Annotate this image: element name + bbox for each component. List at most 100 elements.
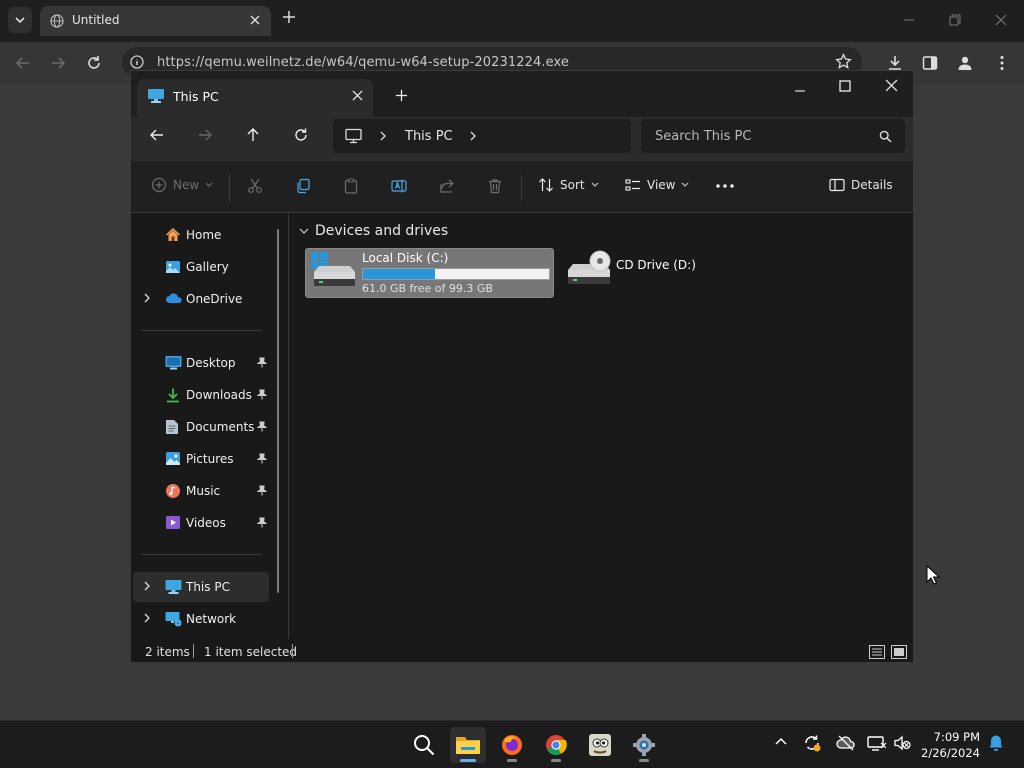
pin-icon[interactable] <box>257 517 267 528</box>
search-icon <box>879 130 892 143</box>
taskbar-settings[interactable] <box>626 727 662 763</box>
nav-item-network[interactable]: Network <box>133 604 269 634</box>
chevron-right-icon[interactable] <box>469 131 477 141</box>
download-arrow-icon <box>167 388 179 403</box>
separator <box>229 175 230 201</box>
document-icon <box>166 420 178 434</box>
share-icon[interactable] <box>439 178 455 194</box>
pin-icon[interactable] <box>257 389 267 400</box>
volume-muted-icon[interactable] <box>893 735 911 751</box>
taskbar-chrome[interactable] <box>538 727 574 763</box>
delete-icon[interactable] <box>487 178 503 194</box>
chevron-down-icon <box>591 182 598 187</box>
view-list-icon <box>625 179 640 191</box>
taskbar: 7:09 PM 2/26/2024 <box>0 720 1024 768</box>
maximize-icon[interactable] <box>839 80 851 92</box>
running-indicator <box>507 759 517 762</box>
drive-cd-d[interactable]: CD Drive (D:) <box>561 248 741 298</box>
nav-item-this-pc[interactable]: This PC <box>133 572 269 602</box>
close-tab-icon[interactable] <box>249 14 261 26</box>
show-hidden-icons-chevron-icon[interactable] <box>775 736 787 746</box>
nav-item-desktop[interactable]: Desktop <box>133 348 269 378</box>
pin-icon[interactable] <box>257 357 267 368</box>
side-panel-icon[interactable] <box>921 54 939 72</box>
nav-item-downloads[interactable]: Downloads <box>133 380 269 410</box>
nav-item-onedrive[interactable]: OneDrive <box>133 284 269 314</box>
drive-local-disk-c[interactable]: Local Disk (C:) 61.0 GB free of 99.3 GB <box>305 248 554 298</box>
pin-icon[interactable] <box>257 485 267 496</box>
view-button[interactable]: View <box>625 177 689 193</box>
new-tab-icon[interactable] <box>282 10 296 24</box>
up-arrow-icon[interactable] <box>245 127 261 143</box>
profile-icon[interactable] <box>956 54 974 72</box>
group-header-label: Devices and drives <box>315 223 449 239</box>
cut-icon[interactable] <box>247 178 263 194</box>
back-arrow-icon[interactable] <box>149 127 165 143</box>
browser-restore-icon[interactable] <box>948 11 962 29</box>
update-sync-icon[interactable] <box>803 734 821 752</box>
nav-item-home[interactable]: Home <box>133 220 269 250</box>
computer-icon <box>345 128 362 144</box>
bookmark-star-icon[interactable] <box>835 53 852 70</box>
nav-item-documents[interactable]: Documents <box>133 412 269 442</box>
details-button[interactable]: Details <box>829 177 893 193</box>
taskbar-search[interactable] <box>406 727 442 763</box>
taskbar-firefox[interactable] <box>494 727 530 763</box>
nav-item-pictures[interactable]: Pictures <box>133 444 269 474</box>
collapse-chevron-icon[interactable] <box>299 228 309 235</box>
breadcrumb[interactable]: This PC <box>405 129 453 144</box>
pin-icon[interactable] <box>257 421 267 432</box>
nav-item-gallery[interactable]: Gallery <box>133 252 269 282</box>
onedrive-cloud-icon[interactable] <box>836 735 856 751</box>
reload-icon[interactable] <box>85 54 103 72</box>
explorer-address-bar[interactable]: This PC <box>333 119 631 153</box>
group-header[interactable]: Devices and drives <box>299 223 448 239</box>
forward-arrow-icon[interactable] <box>197 127 213 143</box>
browser-tab[interactable]: Untitled <box>40 6 271 36</box>
rename-icon[interactable] <box>391 178 407 194</box>
tab-search-button[interactable] <box>8 7 32 33</box>
menu-kebab-icon[interactable] <box>993 54 1011 72</box>
taskbar-gimp[interactable] <box>582 727 618 763</box>
nav-scrollbar[interactable] <box>277 229 279 593</box>
close-window-icon[interactable] <box>885 79 898 92</box>
details-view-icon[interactable] <box>869 645 885 659</box>
gimp-icon <box>589 734 611 756</box>
expand-chevron-icon[interactable] <box>143 581 151 591</box>
new-button[interactable]: New <box>151 177 213 193</box>
clock[interactable]: 7:09 PM 2/26/2024 <box>914 729 980 761</box>
pin-icon[interactable] <box>257 453 267 464</box>
network-monitor-icon[interactable] <box>867 735 887 751</box>
view-label: View <box>647 178 676 192</box>
copy-icon[interactable] <box>295 178 311 194</box>
large-icons-view-icon[interactable] <box>891 645 907 659</box>
search-box[interactable]: Search This PC <box>641 119 905 153</box>
search-icon <box>414 735 435 756</box>
browser-tab-strip: Untitled <box>0 0 1024 42</box>
chevron-down-icon <box>205 182 213 187</box>
sort-button[interactable]: Sort <box>538 177 599 193</box>
expand-chevron-icon[interactable] <box>143 293 151 303</box>
nav-item-videos[interactable]: Videos <box>133 508 269 538</box>
back-arrow-icon[interactable] <box>14 54 32 72</box>
nav-item-music[interactable]: Music <box>133 476 269 506</box>
notification-bell-icon[interactable] <box>988 734 1004 752</box>
browser-close-icon[interactable] <box>995 11 1007 29</box>
close-tab-icon[interactable] <box>352 90 363 101</box>
new-tab-icon[interactable] <box>395 89 408 102</box>
url-text[interactable]: https://qemu.weilnetz.de/w64/qemu-w64-se… <box>157 55 569 70</box>
selection-count: 1 item selected <box>204 645 298 659</box>
paste-icon[interactable] <box>343 178 359 194</box>
more-options-icon[interactable] <box>715 183 735 189</box>
explorer-tab[interactable]: This PC <box>137 79 373 117</box>
details-pane-icon <box>829 178 845 192</box>
minimize-icon[interactable] <box>794 85 806 97</box>
status-divider <box>193 644 194 658</box>
site-info-icon[interactable] <box>130 55 144 69</box>
refresh-icon[interactable] <box>293 127 309 143</box>
browser-minimize-icon[interactable] <box>903 11 915 29</box>
forward-arrow-icon[interactable] <box>49 54 67 72</box>
taskbar-file-explorer[interactable] <box>450 727 486 763</box>
expand-chevron-icon[interactable] <box>143 613 151 623</box>
desktop-icon <box>165 356 182 370</box>
